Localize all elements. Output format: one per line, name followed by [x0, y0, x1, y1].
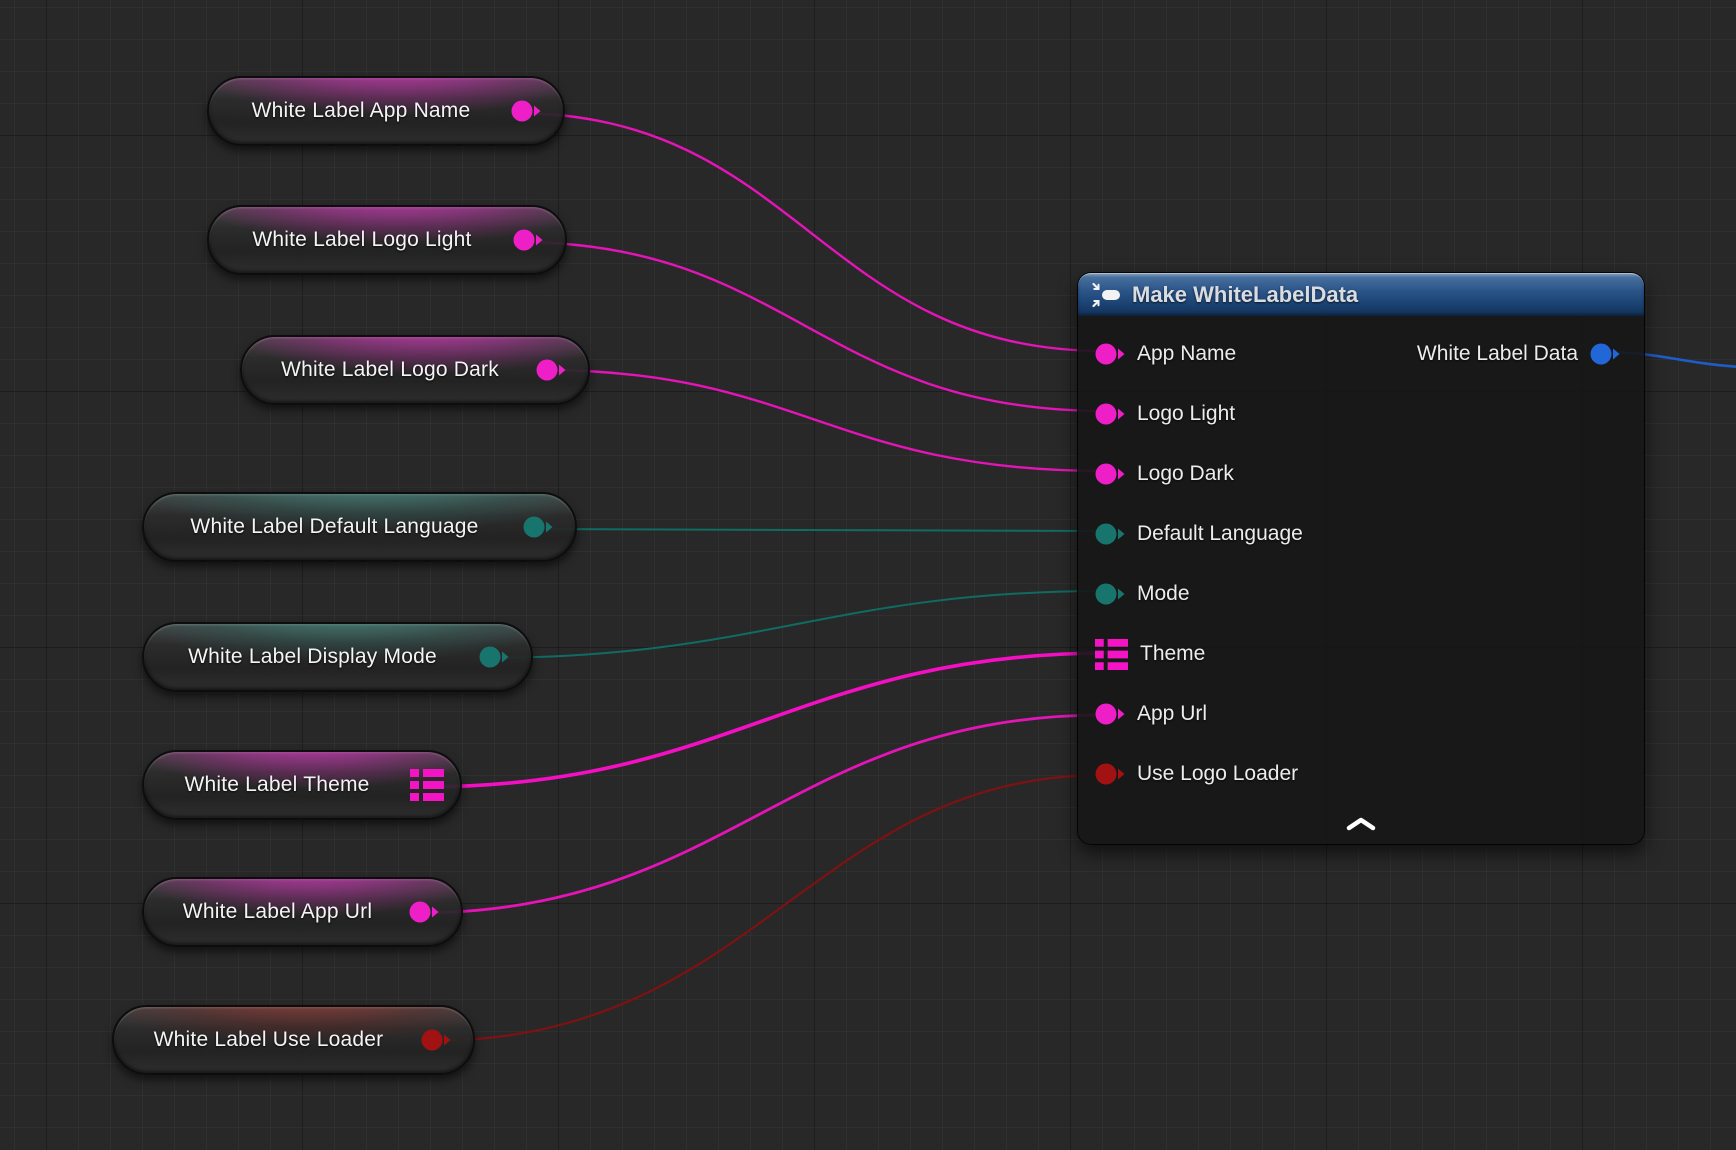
pin-row: Mode [1078, 564, 1644, 624]
enum-input-pin[interactable] [1095, 522, 1125, 546]
getter-label: White Label Logo Light [252, 228, 471, 252]
pin-row: Default Language [1078, 504, 1644, 564]
getter-label: White Label Theme [184, 773, 369, 797]
bool-input-pin[interactable] [1095, 762, 1125, 786]
struct-output-pin[interactable] [1590, 342, 1620, 366]
wire-default-language[interactable] [528, 529, 1105, 531]
string-input-pin[interactable] [1095, 342, 1125, 366]
string-output-pin[interactable] [513, 228, 543, 252]
string-output-pin[interactable] [409, 900, 439, 924]
make-whitelabeldata-node[interactable]: Make WhiteLabelData App Name White Label… [1077, 272, 1645, 845]
getter-node-default-language[interactable]: White Label Default Language [142, 492, 577, 562]
string-output-pin[interactable] [511, 99, 541, 123]
pin-row: Logo Dark [1078, 444, 1644, 504]
string-input-pin[interactable] [1095, 402, 1125, 426]
pin-label: Mode [1137, 582, 1190, 606]
output-pin-label: White Label Data [1417, 342, 1578, 366]
node-title: Make WhiteLabelData [1132, 282, 1358, 308]
getter-label: White Label App Url [183, 900, 372, 924]
getter-node-app-name[interactable]: White Label App Name [207, 76, 565, 146]
wire-app-name[interactable] [514, 113, 1105, 351]
pin-label: App Name [1137, 342, 1236, 366]
pin-row: Logo Light [1078, 384, 1644, 444]
pin-label: Use Logo Loader [1137, 762, 1298, 786]
wire-app-url[interactable] [415, 715, 1105, 913]
make-struct-icon [1092, 282, 1122, 308]
collapse-node-button[interactable] [1078, 804, 1644, 844]
getter-node-theme[interactable]: White Label Theme [142, 750, 462, 820]
pin-label: App Url [1137, 702, 1207, 726]
getter-label: White Label App Name [252, 99, 471, 123]
getter-node-use-loader[interactable]: White Label Use Loader [112, 1005, 475, 1075]
pin-row: App Url [1078, 684, 1644, 744]
getter-label: White Label Default Language [190, 515, 478, 539]
enum-input-pin[interactable] [1095, 582, 1125, 606]
string-input-pin[interactable] [1095, 702, 1125, 726]
struct-grid-output-pin[interactable] [410, 768, 444, 802]
string-input-pin[interactable] [1095, 462, 1125, 486]
node-body: App Name White Label Data Logo Light [1078, 316, 1644, 844]
wire-logo-dark[interactable] [542, 370, 1105, 471]
getter-label: White Label Use Loader [154, 1028, 384, 1052]
pin-row: Theme [1078, 624, 1644, 684]
pin-row: Use Logo Loader [1078, 744, 1644, 804]
enum-output-pin[interactable] [479, 645, 509, 669]
getter-label: White Label Display Mode [188, 645, 437, 669]
getter-node-app-url[interactable]: White Label App Url [142, 877, 463, 947]
enum-output-pin[interactable] [523, 515, 553, 539]
chevron-up-icon [1345, 817, 1377, 831]
getter-label: White Label Logo Dark [281, 358, 499, 382]
pin-label: Theme [1140, 642, 1205, 666]
struct-grid-input-pin[interactable] [1095, 638, 1128, 671]
wire-logo-light[interactable] [517, 242, 1105, 411]
getter-node-display-mode[interactable]: White Label Display Mode [142, 622, 533, 692]
getter-node-logo-dark[interactable]: White Label Logo Dark [240, 335, 590, 405]
node-header[interactable]: Make WhiteLabelData [1078, 273, 1644, 316]
pin-label: Default Language [1137, 522, 1303, 546]
pin-label: Logo Dark [1137, 462, 1234, 486]
wire-use-loader[interactable] [429, 775, 1105, 1041]
string-output-pin[interactable] [536, 358, 566, 382]
pin-label: Logo Light [1137, 402, 1235, 426]
getter-node-logo-light[interactable]: White Label Logo Light [207, 205, 567, 275]
bool-output-pin[interactable] [421, 1028, 451, 1052]
blueprint-graph-canvas[interactable]: White Label App Name White Label Logo Li… [0, 0, 1736, 1150]
wire-display-mode[interactable] [483, 591, 1105, 658]
pin-row: App Name White Label Data [1078, 324, 1644, 384]
